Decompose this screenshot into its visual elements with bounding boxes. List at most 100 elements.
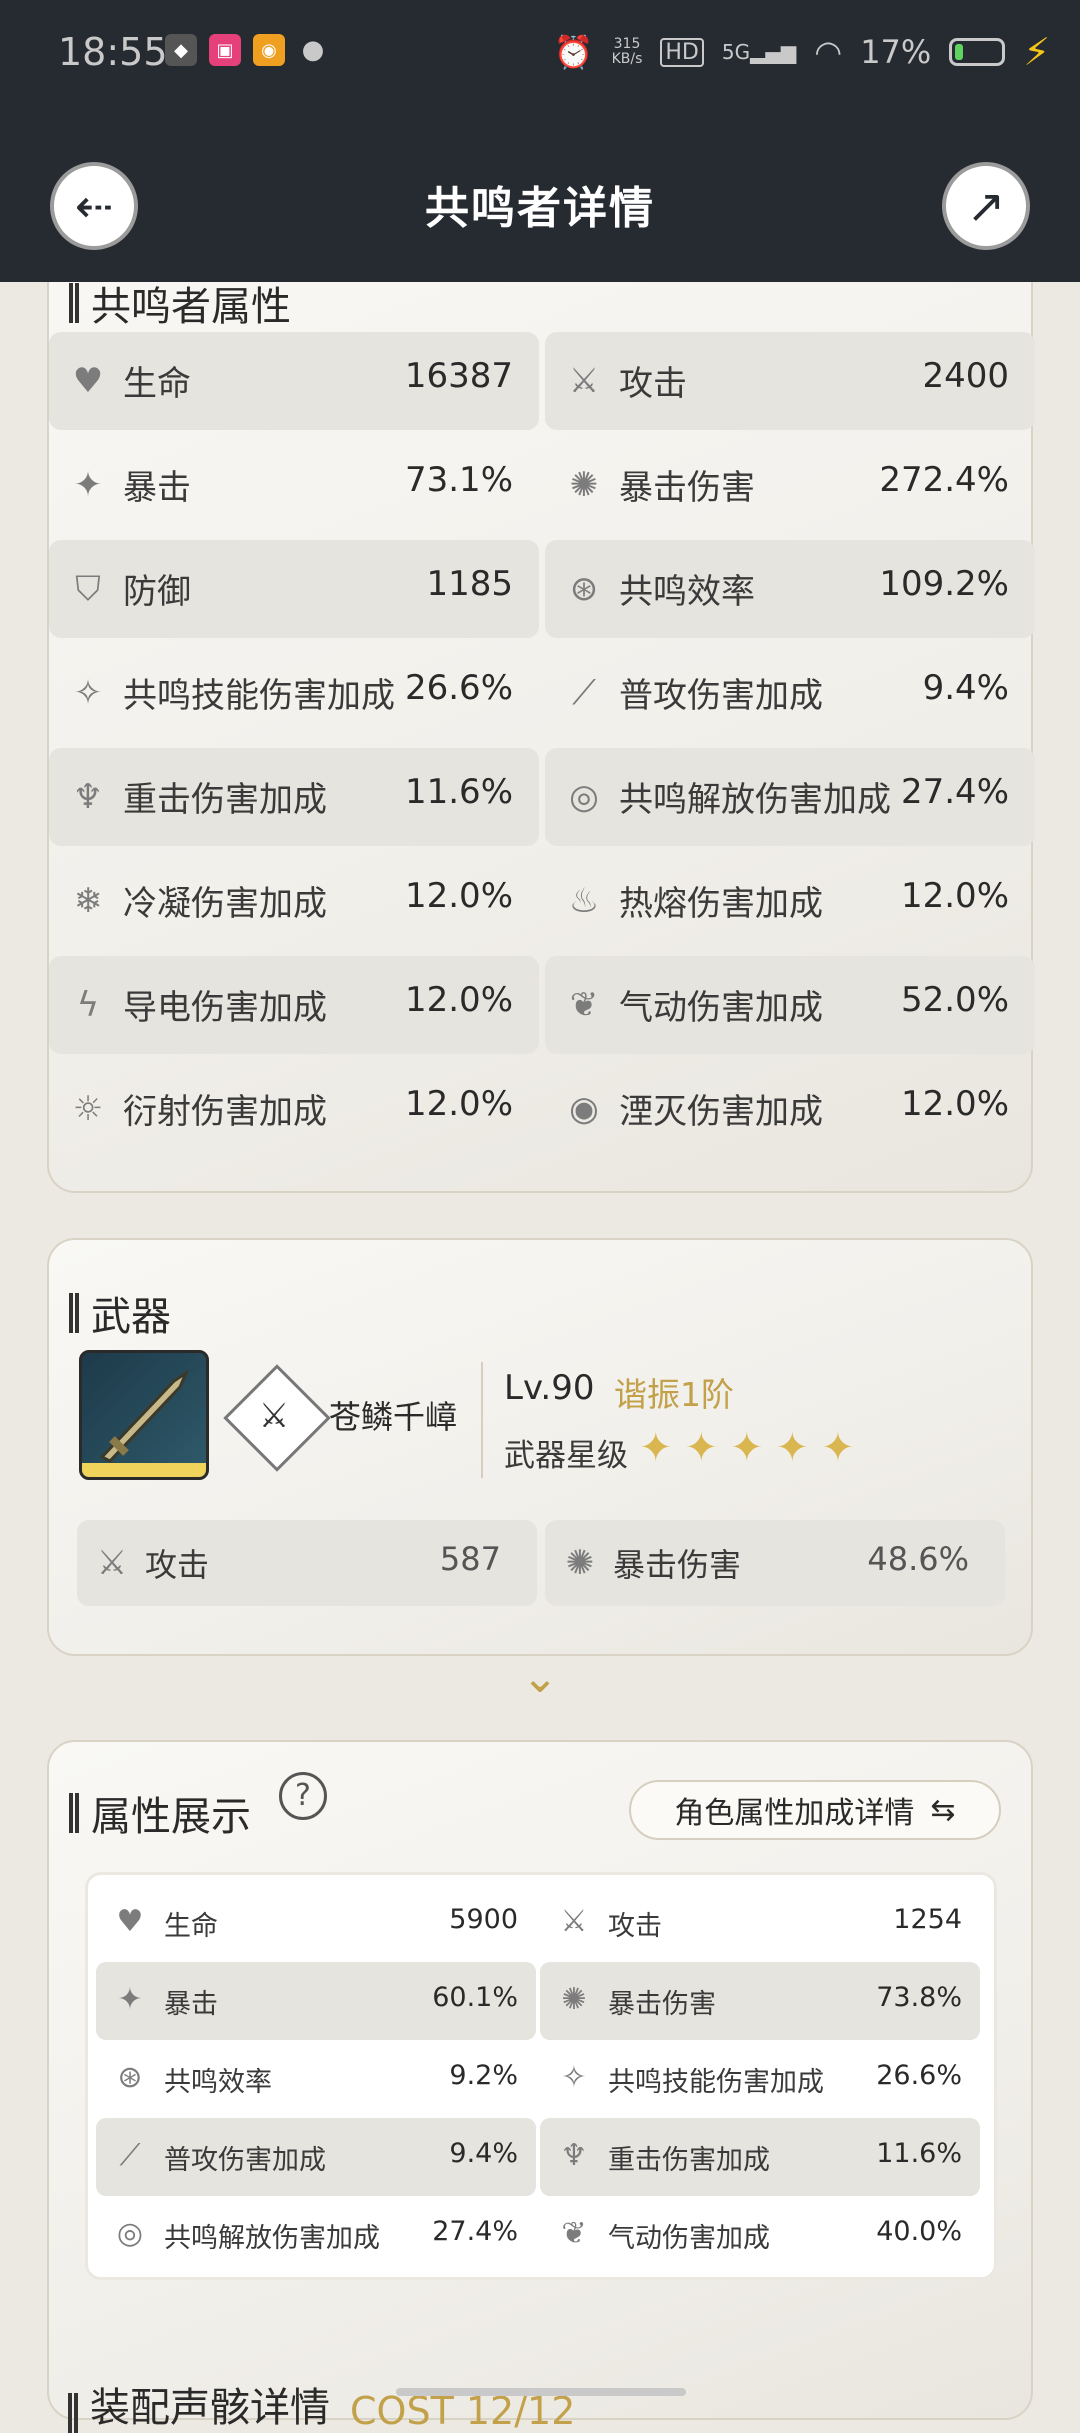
heavy-attack-icon: ♆ — [72, 777, 104, 817]
stat-cell: ⟋ 普攻伤害加成 9.4% — [545, 644, 1035, 742]
section-title-text: 属性展示 — [91, 1794, 251, 1840]
stat-cell: ⊛ 共鸣效率 9.2% — [96, 2040, 536, 2118]
stat-cell: ♆ 重击伤害加成 11.6% — [49, 748, 539, 846]
stat-cell: ❦ 气动伤害加成 52.0% — [545, 956, 1035, 1054]
net-speed-value: 315 — [613, 36, 641, 52]
skill-icon: ✧ — [73, 673, 103, 713]
attribute-bonus-detail-button[interactable]: 角色属性加成详情 ⇆ — [629, 1780, 1001, 1840]
page-title: 共鸣者详情 — [425, 183, 655, 234]
weapon-name: 苍鳞千嶂 — [329, 1398, 458, 1436]
crit-damage-icon: ✺ — [561, 1982, 587, 2017]
title-bar-icon — [69, 283, 79, 323]
weapon-stat-crit-damage: ✺ 暴击伤害 48.6% — [545, 1520, 1005, 1606]
star-icon: ✦ — [684, 1425, 719, 1471]
liberation-icon: ◎ — [569, 777, 599, 817]
stat-cell: ⟋ 普攻伤害加成 9.4% — [96, 2118, 536, 2196]
attribute-display-panel: 属性展示 ? 角色属性加成详情 ⇆ ♥ 生命 5900 ⚔ 攻击 1254 ✦ 暴击 60.1%… — [47, 1740, 1033, 2420]
stat-value: 12.0% — [900, 1084, 1009, 1124]
glacio-icon: ❄ — [73, 881, 103, 921]
wifi-icon: ◠ — [814, 33, 843, 71]
stat-value: 11.6% — [876, 2138, 962, 2169]
stat-cell: ◉ 湮灭伤害加成 12.0% — [545, 1060, 1035, 1158]
stat-label: 共鸣技能伤害加成 — [608, 2067, 824, 2098]
stat-cell: ❄ 冷凝伤害加成 12.0% — [49, 852, 539, 950]
section-title-attributes: 共鸣者属性 — [69, 274, 291, 332]
stat-label: 生命 — [123, 364, 191, 404]
stat-label: 共鸣解放伤害加成 — [619, 780, 891, 820]
stat-label: 气动伤害加成 — [608, 2223, 770, 2254]
sword-icon: ⚔ — [568, 361, 600, 401]
star-icon: ✦ — [730, 1425, 764, 1471]
stat-value: 40.0% — [876, 2216, 962, 2247]
attribute-display-card: ♥ 生命 5900 ⚔ 攻击 1254 ✦ 暴击 60.1% ✺ 暴击伤害 73.8% ⊛ 共鸣效率 9.2… — [85, 1872, 997, 2280]
stat-label: 暴击伤害 — [608, 1989, 716, 2020]
stat-cell: ⛉ 防御 1185 — [49, 540, 539, 638]
attribute-row: ✦ 暴击 73.1% ✺ 暴击伤害 272.4% — [49, 434, 1035, 536]
stat-cell: ☼ 衍射伤害加成 12.0% — [49, 1060, 539, 1158]
fusion-icon: ♨ — [568, 881, 600, 921]
stat-cell: ⚔ 攻击 1254 — [540, 1884, 980, 1962]
stat-value: 52.0% — [900, 980, 1009, 1020]
stat-value: 26.6% — [404, 668, 513, 708]
expand-chevron-icon[interactable]: ⌄ — [510, 1652, 570, 1703]
signal-icon: 5G▂▄▆ — [721, 40, 797, 64]
display-row: ⟋ 普攻伤害加成 9.4% ♆ 重击伤害加成 11.6% — [96, 2117, 988, 2196]
weapon-star-label: 武器星级 — [504, 1438, 628, 1474]
stat-label: 攻击 — [608, 1911, 662, 1942]
stat-value: 16387 — [404, 356, 513, 396]
weapon-stat-value: 48.6% — [867, 1540, 969, 1578]
stat-label: 普攻伤害加成 — [619, 676, 823, 716]
attribute-row: ❄ 冷凝伤害加成 12.0% ♨ 热熔伤害加成 12.0% — [49, 850, 1035, 952]
share-arrow-icon: ↗ — [966, 179, 1006, 233]
title-bar-icon — [69, 1793, 79, 1833]
charging-icon: ⚡ — [1023, 30, 1050, 74]
weapon-tune-rank: 谐振1阶 — [614, 1375, 734, 1414]
hd-icon: HD — [660, 37, 704, 67]
stat-cell: ✧ 共鸣技能伤害加成 26.6% — [49, 644, 539, 742]
weapon-stars: ✦ ✦ ✦ ✦ ✦ — [639, 1425, 855, 1471]
aero-icon: ❦ — [561, 2216, 587, 2251]
weapon-stat-value: 587 — [439, 1540, 501, 1578]
stat-label: 共鸣效率 — [619, 572, 755, 612]
havoc-icon: ◉ — [569, 1089, 599, 1129]
electro-icon: ϟ — [76, 985, 100, 1025]
sword-icon: ⚔ — [96, 1543, 128, 1583]
share-button[interactable]: ↗ — [942, 162, 1030, 250]
stat-value: 1254 — [893, 1904, 962, 1935]
stat-value: 12.0% — [404, 1084, 513, 1124]
weapon-image[interactable] — [79, 1350, 209, 1480]
help-button[interactable]: ? — [279, 1772, 327, 1820]
stat-cell: ✦ 暴击 60.1% — [96, 1962, 536, 2040]
stat-cell: ♨ 热熔伤害加成 12.0% — [545, 852, 1035, 950]
spectro-icon: ☼ — [72, 1089, 104, 1129]
stat-value: 26.6% — [876, 2060, 962, 2091]
attribute-row: ♥ 生命 16387 ⚔ 攻击 2400 — [49, 330, 1035, 432]
resonator-attributes-panel: 共鸣者属性 ♥ 生命 16387 ⚔ 攻击 2400 ✦ 暴击 73.1% ✺ 暴击伤害 272.4%… — [47, 200, 1035, 1193]
energy-regen-icon: ⊛ — [569, 569, 599, 609]
stat-value: 272.4% — [879, 460, 1009, 500]
stat-cell: ❦ 气动伤害加成 40.0% — [540, 2196, 980, 2274]
attribute-row: ⛉ 防御 1185 ⊛ 共鸣效率 109.2% — [49, 538, 1035, 640]
detail-button-label: 角色属性加成详情 — [674, 1796, 915, 1831]
stat-label: 暴击 — [164, 1989, 218, 2020]
heavy-attack-icon: ♆ — [560, 2138, 588, 2173]
liberation-icon: ◎ — [116, 2216, 144, 2251]
stat-value: 2400 — [922, 356, 1009, 396]
stat-label: 重击伤害加成 — [123, 780, 327, 820]
title-bar-icon — [68, 2393, 78, 2433]
stat-label: 暴击 — [123, 468, 191, 508]
stat-cell: ⊛ 共鸣效率 109.2% — [545, 540, 1035, 638]
battery-icon — [949, 38, 1006, 66]
stat-cell: ◎ 共鸣解放伤害加成 27.4% — [545, 748, 1035, 846]
stat-cell: ◎ 共鸣解放伤害加成 27.4% — [96, 2196, 536, 2274]
home-indicator[interactable] — [396, 2388, 686, 2396]
stat-label: 生命 — [164, 1911, 218, 1942]
fire-icon: ◆ — [165, 34, 197, 66]
stat-label: 热熔伤害加成 — [619, 884, 823, 924]
basic-attack-icon: ⟋ — [119, 2138, 141, 2173]
weibo-icon: ◉ — [253, 34, 285, 66]
section-title-text: 装配声骸详情 — [90, 2385, 330, 2431]
basic-attack-icon: ⟋ — [572, 673, 596, 713]
message-icon: ● — [297, 34, 329, 66]
attribute-row: ✧ 共鸣技能伤害加成 26.6% ⟋ 普攻伤害加成 9.4% — [49, 642, 1035, 744]
